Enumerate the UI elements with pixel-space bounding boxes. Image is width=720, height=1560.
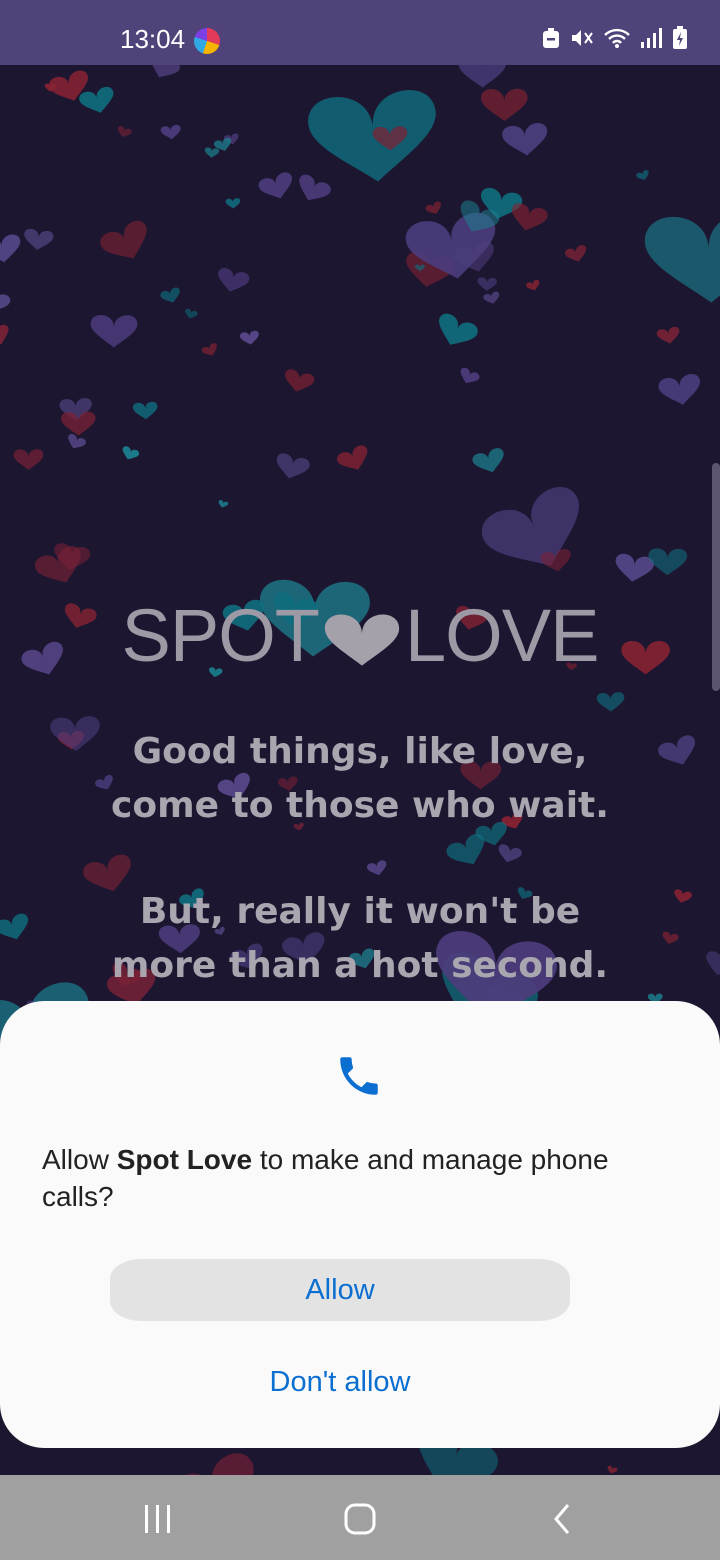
background-heart xyxy=(145,65,182,84)
background-heart xyxy=(281,368,316,396)
status-bar: 13:04 xyxy=(0,0,720,65)
back-icon[interactable] xyxy=(532,1497,592,1541)
background-heart xyxy=(335,443,374,476)
background-heart xyxy=(115,125,133,140)
tagline-2: But, really it won't be more than a hot … xyxy=(60,885,660,993)
background-heart xyxy=(132,401,159,421)
background-heart xyxy=(621,640,670,675)
background-heart xyxy=(200,342,220,359)
background-heart xyxy=(471,446,508,477)
background-heart xyxy=(424,200,444,217)
permission-dialog: Allow Spot Love to make and manage phone… xyxy=(0,1001,720,1448)
background-heart xyxy=(13,449,44,471)
logo-text-right: LOVE xyxy=(405,593,599,677)
background-heart xyxy=(0,911,34,945)
background-heart xyxy=(305,87,442,188)
background-heart xyxy=(239,330,261,346)
signal-icon xyxy=(641,28,662,48)
background-heart xyxy=(507,201,550,235)
scroll-indicator xyxy=(712,463,720,691)
background-heart xyxy=(159,286,183,306)
app-logo: SPOT LOVE xyxy=(120,594,600,677)
background-heart xyxy=(90,314,138,348)
background-heart xyxy=(119,445,141,463)
background-heart xyxy=(635,169,651,183)
navigation-bar xyxy=(0,1475,720,1560)
background-heart xyxy=(97,217,156,269)
background-heart xyxy=(701,949,720,980)
background-heart xyxy=(22,228,55,252)
mute-icon xyxy=(572,30,593,46)
background-heart xyxy=(272,451,312,483)
tagline-1-line-1: Good things, like love, xyxy=(132,731,588,772)
background-heart xyxy=(564,243,590,265)
permission-prompt: Allow Spot Love to make and manage phone… xyxy=(42,1141,682,1215)
app-name: Spot Love xyxy=(116,1144,253,1175)
background-heart xyxy=(64,432,88,453)
recent-apps-icon[interactable] xyxy=(128,1497,188,1541)
logo-heart-icon xyxy=(324,614,400,666)
allow-button[interactable]: Allow xyxy=(110,1259,570,1321)
wifi-icon xyxy=(604,28,630,48)
prompt-before: Allow xyxy=(42,1144,117,1175)
dont-allow-button[interactable]: Don't allow xyxy=(110,1351,570,1413)
app-badge-icon xyxy=(194,28,220,54)
logo-text-left: SPOT xyxy=(121,593,320,677)
background-heart xyxy=(495,843,523,866)
background-heart xyxy=(183,308,199,321)
background-heart xyxy=(480,88,528,122)
background-heart xyxy=(217,499,229,509)
background-heart xyxy=(656,733,702,771)
background-heart xyxy=(525,279,542,293)
background-heart xyxy=(482,290,502,306)
background-heart xyxy=(660,930,680,946)
background-heart xyxy=(214,266,251,296)
background-heart xyxy=(647,548,688,576)
tagline-2-line-1: But, really it won't be xyxy=(139,891,581,932)
background-heart xyxy=(0,288,12,316)
background-heart xyxy=(225,197,241,210)
background-heart xyxy=(643,212,720,306)
background-heart xyxy=(19,639,70,682)
background-heart xyxy=(160,124,182,141)
status-time: 13:04 xyxy=(120,24,186,54)
background-heart xyxy=(0,323,14,350)
background-heart xyxy=(0,233,24,266)
background-heart xyxy=(204,147,220,159)
background-heart xyxy=(477,277,498,292)
background-heart xyxy=(656,325,682,346)
status-icons xyxy=(542,26,688,50)
background-heart xyxy=(456,366,481,388)
background-heart xyxy=(475,480,599,587)
background-heart xyxy=(596,691,626,713)
background-heart xyxy=(672,888,693,905)
background-heart xyxy=(163,1447,271,1475)
background-heart xyxy=(657,372,704,409)
phone-icon xyxy=(340,1057,378,1095)
battery-charging-icon xyxy=(673,26,687,49)
home-icon[interactable] xyxy=(330,1497,390,1541)
background-heart xyxy=(60,601,99,633)
background-heart xyxy=(501,121,550,159)
background-heart xyxy=(77,85,118,118)
background-heart xyxy=(292,172,333,208)
do-not-disturb-icon xyxy=(543,28,559,48)
background-heart xyxy=(431,311,481,353)
background-heart xyxy=(366,859,389,878)
tagline-2-line-2: more than a hot second. xyxy=(111,945,609,986)
background-heart xyxy=(458,65,507,89)
tagline-1: Good things, like love, come to those wh… xyxy=(60,725,660,833)
tagline-1-line-2: come to those who wait. xyxy=(111,785,609,826)
background-heart xyxy=(606,1465,618,1475)
background-heart xyxy=(256,170,298,204)
